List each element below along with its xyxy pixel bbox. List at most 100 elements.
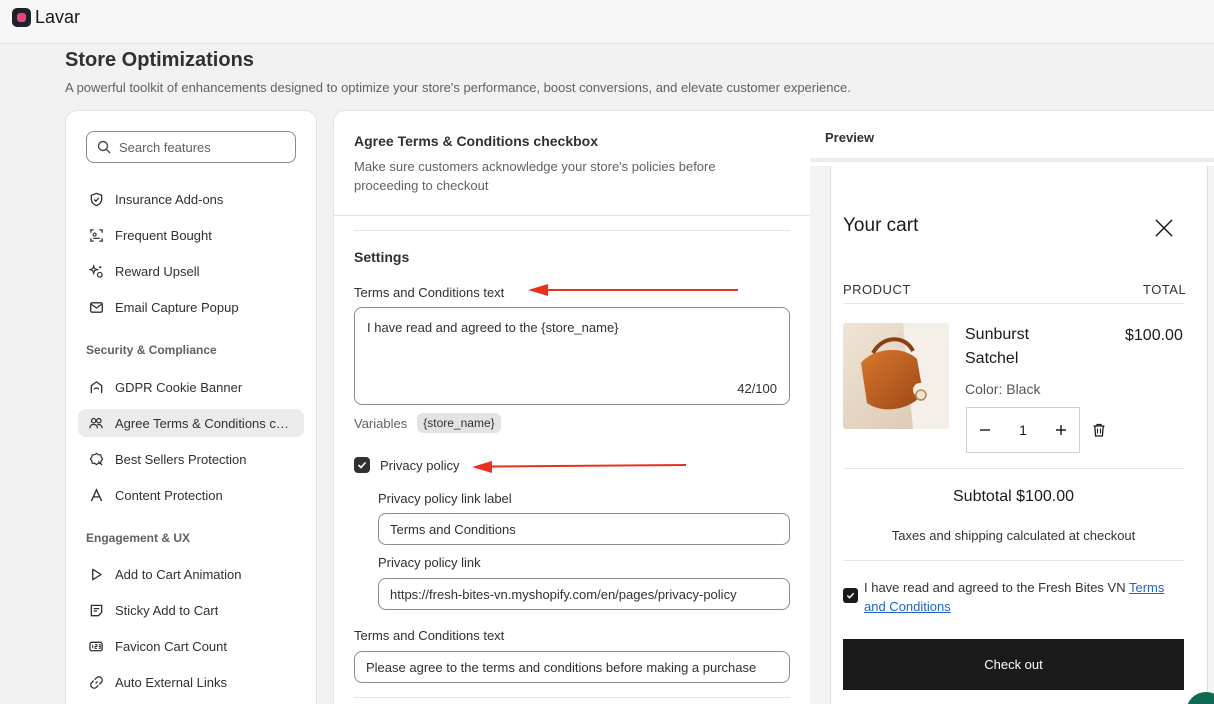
privacy-policy-label: Privacy policy bbox=[380, 457, 460, 473]
error-text-label: Terms and Conditions text bbox=[354, 628, 505, 643]
feature-sidebar: Insurance Add-ons Frequent Bought Reward… bbox=[65, 110, 317, 704]
divider bbox=[354, 230, 790, 231]
sticky-note-icon bbox=[88, 602, 104, 618]
privacy-link-field-label: Privacy policy link bbox=[378, 555, 481, 570]
sidebar-item-label: Best Sellers Protection bbox=[115, 451, 247, 467]
privacy-policy-checkbox[interactable] bbox=[354, 457, 370, 473]
trash-icon[interactable] bbox=[1091, 422, 1107, 438]
sidebar-item-insurance-addons[interactable]: Insurance Add-ons bbox=[78, 185, 304, 213]
privacy-link-value: https://fresh-bites-vn.myshopify.com/en/… bbox=[390, 586, 737, 602]
product-price: $100.00 bbox=[1125, 327, 1183, 344]
terms-text-textarea[interactable]: I have read and agreed to the {store_nam… bbox=[354, 307, 790, 405]
column-header-total: TOTAL bbox=[1143, 282, 1187, 297]
sidebar-item-auto-external-links[interactable]: Auto External Links bbox=[78, 668, 304, 696]
page-subtitle: A powerful toolkit of enhancements desig… bbox=[65, 80, 851, 95]
sidebar-item-label: Sticky Add to Cart bbox=[115, 602, 219, 618]
cookie-shield-icon bbox=[88, 379, 104, 395]
cart-drawer: Your cart PRODUCT TOTAL Sunburst Satchel… bbox=[830, 166, 1208, 704]
variables-row: Variables {store_name} bbox=[354, 413, 501, 433]
error-text-value: Please agree to the terms and conditions… bbox=[366, 659, 757, 675]
privacy-link-label-input[interactable]: Terms and Conditions bbox=[378, 513, 790, 545]
sidebar-item-best-sellers-protection[interactable]: Best Sellers Protection bbox=[78, 445, 304, 473]
text-icon bbox=[88, 487, 104, 503]
agree-terms-row[interactable]: I have read and agreed to the Fresh Bite… bbox=[843, 578, 1188, 616]
settings-title: Settings bbox=[354, 249, 410, 265]
search-icon bbox=[97, 140, 111, 154]
play-icon bbox=[88, 566, 104, 582]
divider bbox=[843, 560, 1184, 561]
sidebar-item-label: Add to Cart Animation bbox=[115, 566, 242, 582]
badge-icon bbox=[88, 451, 104, 467]
scan-icon bbox=[88, 227, 104, 243]
sidebar-item-label: GDPR Cookie Banner bbox=[115, 379, 243, 395]
sidebar-item-content-protection[interactable]: Content Protection bbox=[78, 481, 304, 509]
variable-chip[interactable]: {store_name} bbox=[417, 413, 501, 433]
checkmark-icon bbox=[357, 461, 367, 469]
sidebar-item-sticky-add-to-cart[interactable]: Sticky Add to Cart bbox=[78, 596, 304, 624]
search-box[interactable] bbox=[86, 131, 296, 163]
annotation-arrow bbox=[472, 461, 687, 473]
email-icon bbox=[88, 299, 104, 315]
cart-subtotal: Subtotal $100.00 bbox=[953, 488, 1074, 505]
agree-text: I have read and agreed to the Fresh Bite… bbox=[864, 580, 1129, 595]
feature-title: Agree Terms & Conditions checkbox bbox=[354, 133, 599, 149]
search-input[interactable] bbox=[119, 139, 289, 155]
divider bbox=[843, 468, 1184, 469]
divider bbox=[354, 697, 790, 698]
cart-title: Your cart bbox=[843, 215, 919, 236]
divider bbox=[334, 215, 810, 216]
quantity-stepper[interactable]: 1 bbox=[966, 407, 1080, 453]
minus-icon[interactable] bbox=[979, 424, 991, 436]
link-icon bbox=[88, 674, 104, 690]
error-text-input[interactable]: Please agree to the terms and conditions… bbox=[354, 651, 790, 683]
people-icon bbox=[88, 415, 104, 431]
feature-settings-panel: Agree Terms & Conditions checkbox Make s… bbox=[333, 110, 1214, 704]
quantity-value[interactable]: 1 bbox=[1019, 422, 1027, 438]
product-image[interactable] bbox=[843, 323, 949, 429]
counter-icon bbox=[88, 638, 104, 654]
product-name[interactable]: Sunburst Satchel bbox=[965, 323, 1075, 371]
group-title-engagement: Engagement & UX bbox=[86, 531, 191, 545]
sparkle-icon bbox=[88, 263, 104, 279]
agree-terms-checkbox[interactable] bbox=[843, 588, 858, 603]
sidebar-item-favicon-cart-count[interactable]: Favicon Cart Count bbox=[78, 632, 304, 660]
privacy-policy-checkbox-row[interactable]: Privacy policy bbox=[354, 457, 459, 473]
sidebar-item-label: Email Capture Popup bbox=[115, 299, 239, 315]
sidebar-item-reward-upsell[interactable]: Reward Upsell bbox=[78, 257, 304, 285]
sidebar-item-add-to-cart-animation[interactable]: Add to Cart Animation bbox=[78, 560, 304, 588]
checkout-button[interactable]: Check out bbox=[843, 639, 1184, 690]
sidebar-item-label: Favicon Cart Count bbox=[115, 638, 227, 654]
shield-check-icon bbox=[88, 191, 104, 207]
sidebar-item-label: Content Protection bbox=[115, 487, 223, 503]
sidebar-item-gdpr-cookie-banner[interactable]: GDPR Cookie Banner bbox=[78, 373, 304, 401]
preview-area: Your cart PRODUCT TOTAL Sunburst Satchel… bbox=[810, 166, 1214, 704]
terms-text-label: Terms and Conditions text bbox=[354, 285, 505, 300]
sidebar-item-frequent-bought[interactable]: Frequent Bought bbox=[78, 221, 304, 249]
column-header-product: PRODUCT bbox=[843, 282, 911, 297]
sidebar-item-label: Insurance Add-ons bbox=[115, 191, 224, 207]
close-icon[interactable] bbox=[1154, 218, 1174, 238]
lavar-logo-icon bbox=[12, 8, 31, 27]
app-name: Lavar bbox=[35, 7, 81, 27]
checkmark-icon bbox=[846, 592, 855, 599]
sidebar-item-label: Agree Terms & Conditions checkbox bbox=[115, 415, 295, 431]
preview-header: Preview bbox=[810, 111, 1214, 162]
feature-description: Make sure customers acknowledge your sto… bbox=[354, 159, 716, 193]
app-logo[interactable]: Lavar bbox=[12, 7, 80, 28]
terms-text-value: I have read and agreed to the {store_nam… bbox=[367, 320, 619, 335]
product-variant: Color: Black bbox=[965, 381, 1041, 397]
character-counter: 42/100 bbox=[737, 381, 777, 396]
sidebar-item-label: Auto External Links bbox=[115, 674, 228, 690]
plus-icon[interactable] bbox=[1055, 424, 1067, 436]
preview-title: Preview bbox=[825, 130, 875, 145]
page-title: Store Optimizations bbox=[65, 49, 254, 71]
privacy-link-label-label: Privacy policy link label bbox=[378, 491, 512, 506]
taxes-note: Taxes and shipping calculated at checkou… bbox=[891, 528, 1136, 543]
top-bar: Lavar bbox=[0, 0, 1214, 44]
privacy-link-input[interactable]: https://fresh-bites-vn.myshopify.com/en/… bbox=[378, 578, 790, 610]
group-title-security: Security & Compliance bbox=[86, 343, 217, 357]
sidebar-item-label: Frequent Bought bbox=[115, 227, 212, 243]
sidebar-item-label: Reward Upsell bbox=[115, 263, 200, 279]
sidebar-item-email-capture-popup[interactable]: Email Capture Popup bbox=[78, 293, 304, 321]
sidebar-item-agree-terms[interactable]: Agree Terms & Conditions checkbox bbox=[78, 409, 304, 437]
